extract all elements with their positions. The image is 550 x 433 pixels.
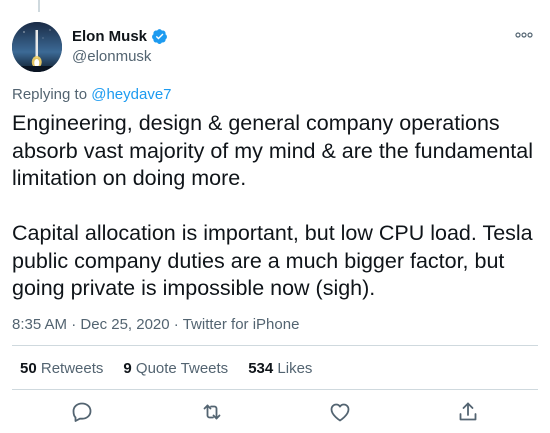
tweet-date[interactable]: Dec 25, 2020	[80, 316, 169, 333]
tweet-source-link[interactable]: Twitter for iPhone	[183, 316, 300, 333]
replying-to-line: Replying to @heydave7	[12, 86, 172, 103]
avatar-image	[12, 22, 62, 72]
retweets-label: Retweets	[40, 360, 104, 377]
share-icon[interactable]	[456, 400, 480, 424]
author-display-name[interactable]: Elon Musk	[72, 28, 147, 45]
engagement-stats: 50 Retweets 9 Quote Tweets 534 Likes	[20, 360, 312, 377]
retweet-icon[interactable]	[200, 400, 224, 424]
likes-stat[interactable]: 534 Likes	[248, 360, 312, 377]
likes-label: Likes	[277, 360, 313, 377]
quote-tweets-stat[interactable]: 9 Quote Tweets	[123, 360, 228, 377]
tweet-header: Elon Musk @elonmusk	[12, 22, 538, 74]
likes-count: 534	[248, 360, 274, 377]
retweets-count: 50	[20, 360, 37, 377]
reply-to-mention-link[interactable]: @heydave7	[91, 86, 171, 103]
more-icon[interactable]	[514, 30, 534, 40]
author-info: Elon Musk @elonmusk	[72, 28, 168, 65]
retweets-stat[interactable]: 50 Retweets	[20, 360, 103, 377]
tweet-action-bar	[12, 400, 538, 426]
quote-tweets-count: 9	[123, 360, 132, 377]
thread-connector-line	[38, 0, 40, 12]
replying-to-label: Replying to	[12, 86, 92, 103]
divider	[12, 389, 538, 390]
author-name-row: Elon Musk	[72, 28, 168, 45]
meta-separator: ·	[67, 316, 81, 333]
author-handle[interactable]: @elonmusk	[72, 48, 168, 65]
avatar[interactable]	[12, 22, 62, 72]
meta-separator: ·	[169, 316, 183, 333]
tweet-time[interactable]: 8:35 AM	[12, 316, 67, 333]
tweet-text: Engineering, design & general company op…	[12, 111, 534, 300]
heart-icon[interactable]	[328, 400, 352, 424]
quote-tweets-label: Quote Tweets	[135, 360, 229, 377]
tweet-metadata: 8:35 AM · Dec 25, 2020 · Twitter for iPh…	[12, 316, 299, 333]
verified-badge-icon	[152, 29, 167, 44]
divider	[12, 345, 538, 346]
reply-icon[interactable]	[70, 400, 94, 424]
